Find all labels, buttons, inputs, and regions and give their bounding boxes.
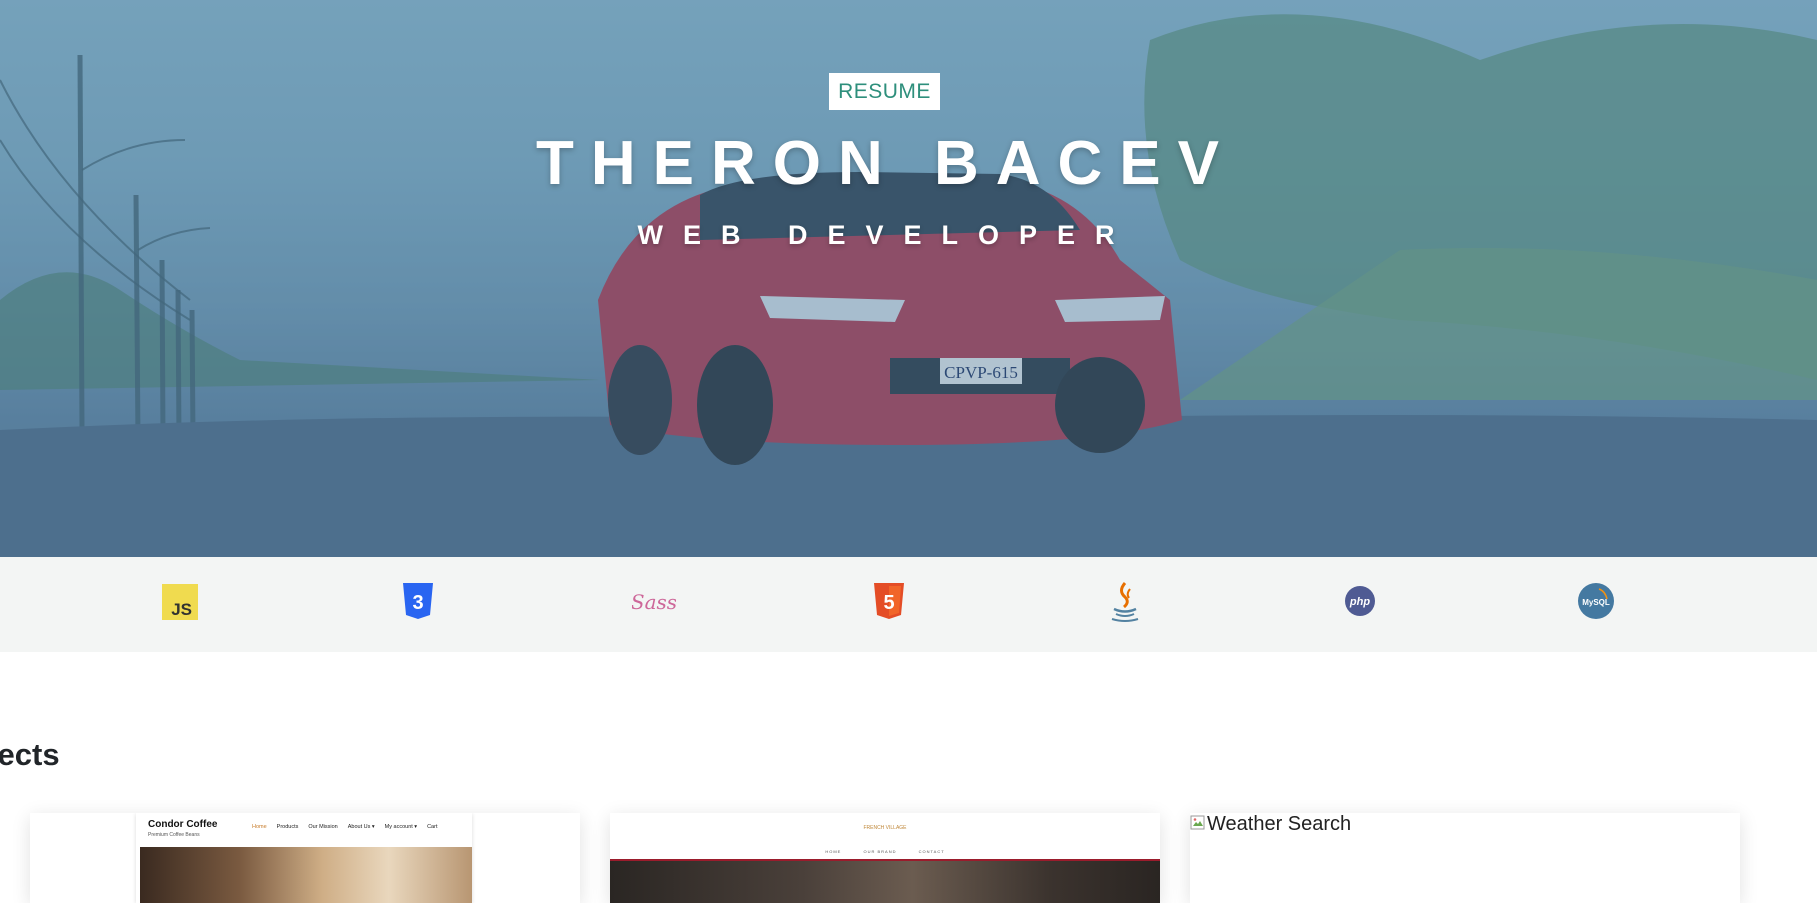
svg-text:3: 3 xyxy=(412,592,423,614)
project-site-nav: Home Products Our Mission About Us ▾ My … xyxy=(252,824,437,830)
project-card-weather-search[interactable]: Weather Search xyxy=(1190,813,1740,903)
hero-role: WEB DEVELOPER xyxy=(637,220,1135,250)
java-icon xyxy=(1108,581,1148,625)
project-site-nav-item: Cart xyxy=(427,824,438,830)
project-card-french-village[interactable]: FRENCH VILLAGE HOME OUR BRAND CONTACT xyxy=(610,813,1160,903)
project-site-nav-item: CONTACT xyxy=(918,849,945,854)
project-site-nav-item: OUR BRAND xyxy=(863,849,897,854)
project-site-brand: Condor Coffee xyxy=(148,819,218,830)
hero-section: CPVP-615 RESUME THERON BACEV WEB DEVELOP… xyxy=(0,0,1817,557)
broken-image-icon xyxy=(1190,815,1205,830)
project-site-hero-photo xyxy=(610,861,1160,903)
mysql-icon: MySQL xyxy=(1577,581,1617,625)
broken-image-alt-text: Weather Search xyxy=(1207,813,1352,835)
project-screenshot: Condor Coffee Premium Coffee Beans Home … xyxy=(136,813,472,903)
css3-icon: 3 xyxy=(401,581,441,625)
svg-text:MySQL: MySQL xyxy=(1582,598,1610,607)
project-site-nav-item: My account ▾ xyxy=(384,824,418,830)
project-site-nav-item: Products xyxy=(276,824,299,830)
project-site-logo: FRENCH VILLAGE xyxy=(863,825,907,831)
svg-text:JS: JS xyxy=(171,600,192,619)
php-icon: php xyxy=(1343,581,1383,625)
project-site-nav-item: About Us ▾ xyxy=(347,824,375,830)
svg-text:Sass: Sass xyxy=(632,590,676,614)
project-site-nav-item: Our Mission xyxy=(308,824,338,830)
skills-strip: JS 3 Sass 5 php MySQL xyxy=(0,557,1817,652)
project-site-nav-item: Home xyxy=(252,824,267,830)
hero-name: THERON BACEV xyxy=(535,129,1237,198)
project-site-hero-photo xyxy=(140,847,472,903)
svg-text:php: php xyxy=(1349,596,1370,608)
broken-image: Weather Search xyxy=(1190,813,1351,835)
javascript-icon: JS xyxy=(162,581,202,625)
project-screenshot: FRENCH VILLAGE HOME OUR BRAND CONTACT xyxy=(610,813,1160,903)
resume-button[interactable]: RESUME xyxy=(829,73,940,110)
sass-icon: Sass xyxy=(632,581,676,625)
project-site-nav-item: HOME xyxy=(825,849,842,854)
project-card-condor-coffee[interactable]: Condor Coffee Premium Coffee Beans Home … xyxy=(30,813,580,903)
projects-heading: ojects xyxy=(0,737,60,772)
html5-icon: 5 xyxy=(872,581,912,625)
svg-text:5: 5 xyxy=(883,592,894,614)
project-site-nav: HOME OUR BRAND CONTACT xyxy=(610,849,1160,854)
project-site-tagline: Premium Coffee Beans xyxy=(148,832,200,838)
